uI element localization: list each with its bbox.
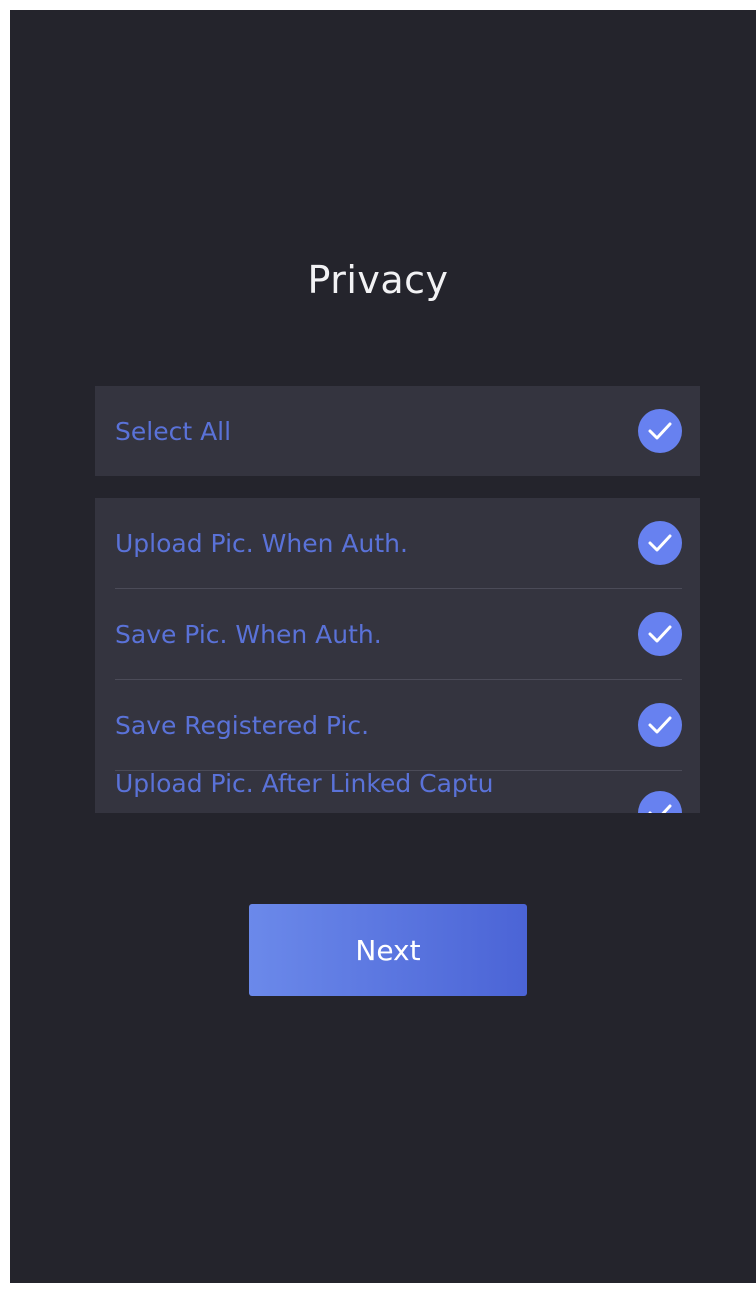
page-title: Privacy: [307, 258, 449, 302]
select-all-row[interactable]: Select All: [95, 386, 700, 476]
select-all-checkbox-checked-icon[interactable]: [638, 409, 682, 453]
checkmark-icon: [648, 534, 672, 552]
next-button[interactable]: Next: [249, 904, 527, 996]
checkmark-icon: [648, 625, 672, 643]
option-save-registered-pic[interactable]: Save Registered Pic.: [95, 680, 700, 770]
privacy-screen: Privacy Select All Upload Pic. When Auth…: [10, 10, 756, 1283]
option-label: Upload Pic. When Auth.: [115, 528, 408, 558]
option-label: Upload Pic. After Linked Captu: [115, 769, 494, 798]
checkmark-icon: [648, 716, 672, 734]
option-label: Save Pic. When Auth.: [115, 619, 382, 649]
option-upload-pic-when-auth[interactable]: Upload Pic. When Auth.: [95, 498, 700, 588]
privacy-options-list[interactable]: Upload Pic. When Auth. Save Pic. When Au…: [95, 498, 700, 813]
checkbox-checked-icon[interactable]: [638, 703, 682, 747]
checkbox-checked-icon[interactable]: [638, 612, 682, 656]
select-all-label: Select All: [115, 416, 232, 446]
checkbox-checked-icon[interactable]: [638, 791, 682, 813]
option-label: Save Registered Pic.: [115, 710, 370, 740]
checkbox-checked-icon[interactable]: [638, 521, 682, 565]
checkmark-icon: [648, 422, 672, 440]
checkmark-icon: [648, 804, 672, 813]
option-upload-pic-after-linked-capture[interactable]: Upload Pic. After Linked Captu: [95, 769, 700, 813]
option-save-pic-when-auth[interactable]: Save Pic. When Auth.: [95, 589, 700, 679]
